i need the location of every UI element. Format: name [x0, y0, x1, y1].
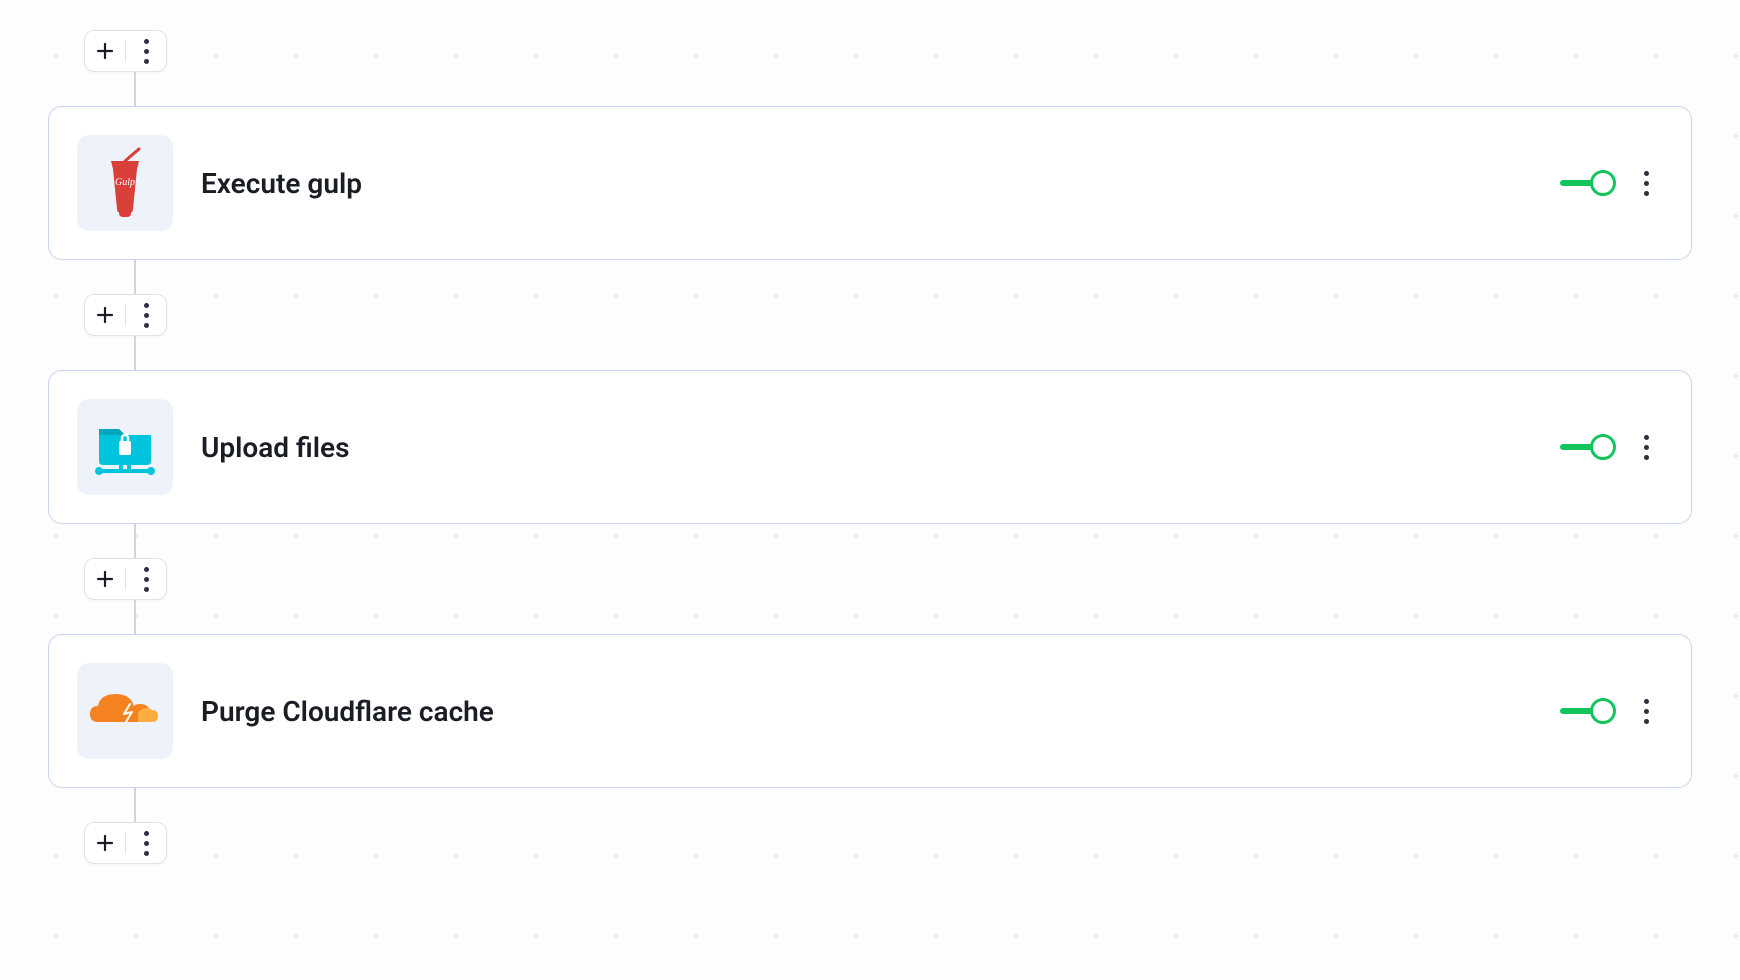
- connector-line: [134, 336, 136, 370]
- add-step-button[interactable]: [85, 823, 125, 863]
- step-menu-button[interactable]: [1638, 429, 1655, 466]
- step-actions: [1560, 429, 1655, 466]
- step-actions: [1560, 165, 1655, 202]
- cloudflare-icon: [77, 663, 173, 759]
- gulp-icon: Gulp: [77, 135, 173, 231]
- add-step-button[interactable]: [85, 295, 125, 335]
- step-enabled-toggle[interactable]: [1560, 169, 1616, 197]
- step-enabled-toggle[interactable]: [1560, 433, 1616, 461]
- pipeline-step-upload-files[interactable]: Upload files: [48, 370, 1692, 524]
- add-step-node: [84, 558, 167, 600]
- step-enabled-toggle[interactable]: [1560, 697, 1616, 725]
- step-menu-button[interactable]: [1638, 165, 1655, 202]
- svg-text:Gulp: Gulp: [115, 177, 135, 188]
- plus-icon: [95, 41, 115, 61]
- plus-icon: [95, 305, 115, 325]
- connector-line: [134, 72, 136, 106]
- add-step-menu-button[interactable]: [126, 559, 166, 599]
- add-step-menu-button[interactable]: [126, 295, 166, 335]
- add-step-node: [84, 30, 167, 72]
- add-step-node: [84, 294, 167, 336]
- add-step-button[interactable]: [85, 559, 125, 599]
- pipeline-canvas: Gulp Execute gulp: [0, 0, 1740, 894]
- step-menu-button[interactable]: [1638, 693, 1655, 730]
- pipeline-step-execute-gulp[interactable]: Gulp Execute gulp: [48, 106, 1692, 260]
- step-title: Upload files: [201, 431, 1532, 464]
- connector-line: [134, 788, 136, 822]
- step-title: Purge Cloudflare cache: [201, 695, 1532, 728]
- add-step-button[interactable]: [85, 31, 125, 71]
- step-title: Execute gulp: [201, 167, 1532, 200]
- connector-line: [134, 260, 136, 294]
- ftp-upload-icon: [77, 399, 173, 495]
- add-step-menu-button[interactable]: [126, 31, 166, 71]
- pipeline-step-purge-cloudflare[interactable]: Purge Cloudflare cache: [48, 634, 1692, 788]
- plus-icon: [95, 569, 115, 589]
- step-actions: [1560, 693, 1655, 730]
- connector-line: [134, 524, 136, 558]
- plus-icon: [95, 833, 115, 853]
- add-step-node: [84, 822, 167, 864]
- connector-line: [134, 600, 136, 634]
- add-step-menu-button[interactable]: [126, 823, 166, 863]
